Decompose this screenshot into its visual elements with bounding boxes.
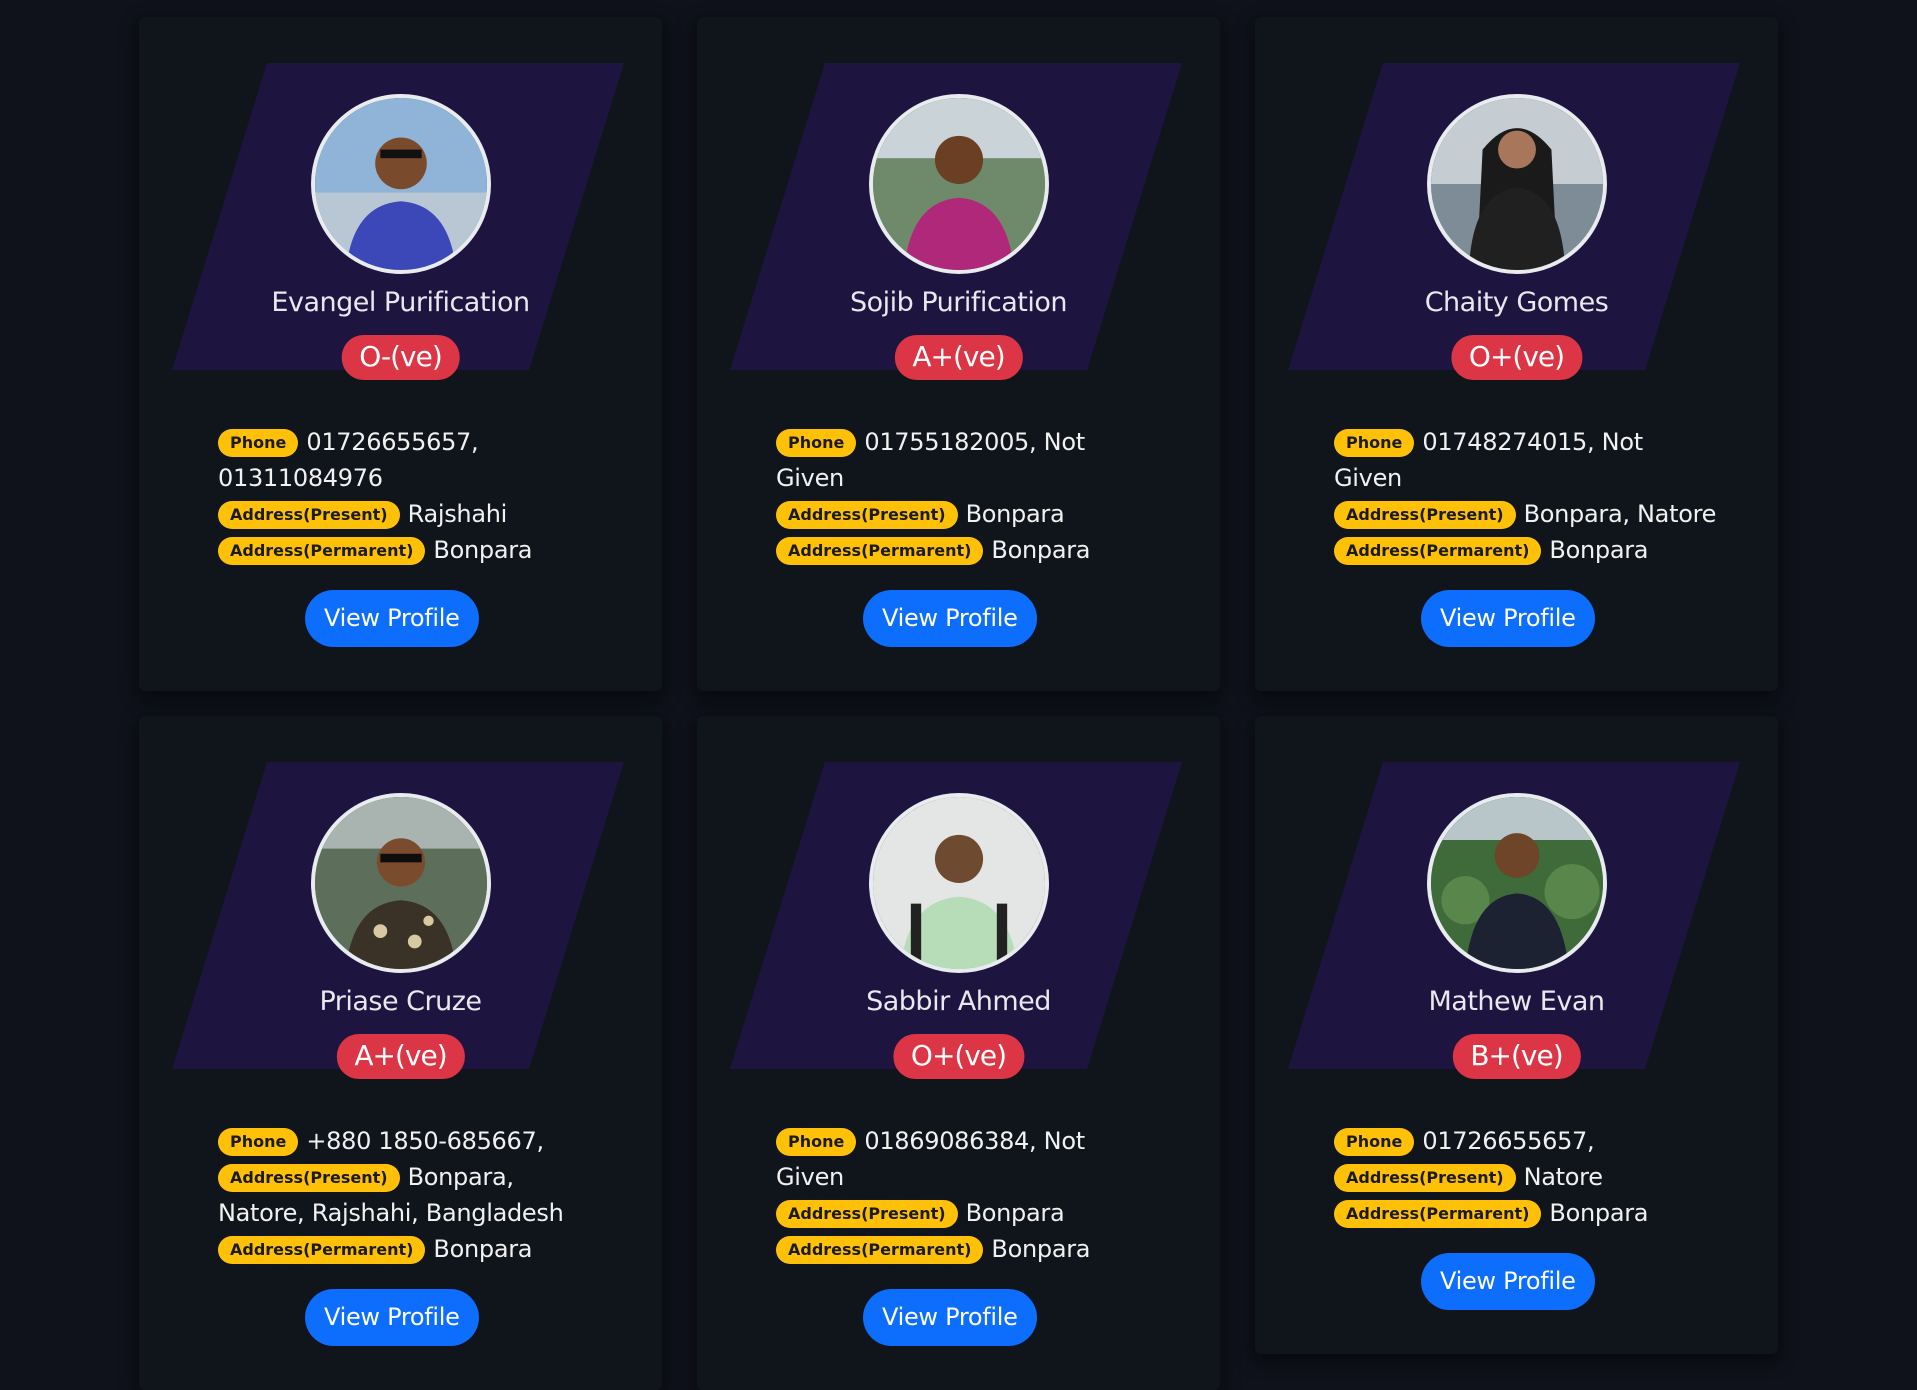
phone-row: Phone 01869086384, Not Given bbox=[776, 1123, 1160, 1195]
donor-name: Mathew Evan bbox=[1428, 986, 1605, 1017]
donor-card: Mathew Evan B+(ve) Phone 01726655657, Add… bbox=[1255, 716, 1778, 1354]
address-permanent-row: Address(Permarent) Bonpara bbox=[1334, 532, 1718, 568]
person-photo-icon bbox=[1431, 98, 1603, 270]
address-permanent-value: Bonpara bbox=[991, 1235, 1091, 1263]
blood-group-badge: O+(ve) bbox=[892, 1034, 1025, 1079]
person-photo-icon bbox=[315, 98, 487, 270]
avatar bbox=[311, 793, 491, 973]
address-permanent-row: Address(Permarent) Bonpara bbox=[776, 1231, 1160, 1267]
address-present-label: Address(Present) bbox=[1334, 501, 1516, 529]
phone-label: Phone bbox=[776, 429, 857, 457]
view-profile-button[interactable]: View Profile bbox=[305, 590, 479, 647]
donor-card: Evangel Purification O-(ve) Phone 0172665… bbox=[139, 17, 662, 691]
person-photo-icon bbox=[873, 98, 1045, 270]
donor-card: Chaity Gomes O+(ve) Phone 01748274015, No… bbox=[1255, 17, 1778, 691]
address-permanent-row: Address(Permarent) Bonpara bbox=[218, 1231, 602, 1267]
view-profile-button[interactable]: View Profile bbox=[1421, 590, 1595, 647]
donor-name: Sojib Purification bbox=[849, 287, 1068, 318]
donor-info: Phone 01748274015, Not Given Address(Pres… bbox=[1255, 424, 1778, 568]
address-present-value: Bonpara, Natore bbox=[1523, 500, 1717, 528]
address-permanent-value: Bonpara bbox=[433, 536, 533, 564]
blood-group-badge: B+(ve) bbox=[1452, 1034, 1581, 1079]
donor-info: Phone 01869086384, Not Given Address(Pres… bbox=[697, 1123, 1220, 1267]
address-present-label: Address(Present) bbox=[218, 501, 400, 529]
phone-row: Phone +880 1850-685667, bbox=[218, 1123, 602, 1159]
avatar bbox=[869, 94, 1049, 274]
address-permanent-label: Address(Permarent) bbox=[776, 537, 984, 565]
view-profile-button[interactable]: View Profile bbox=[863, 1289, 1037, 1346]
phone-label: Phone bbox=[218, 429, 299, 457]
avatar bbox=[1427, 94, 1607, 274]
person-photo-icon bbox=[873, 797, 1045, 969]
address-present-value: Natore bbox=[1523, 1163, 1603, 1191]
address-present-value: Bonpara bbox=[965, 500, 1065, 528]
donor-card: Sojib Purification A+(ve) Phone 017551820… bbox=[697, 17, 1220, 691]
phone-label: Phone bbox=[1334, 429, 1415, 457]
address-permanent-label: Address(Permarent) bbox=[1334, 537, 1542, 565]
address-permanent-value: Bonpara bbox=[433, 1235, 533, 1263]
phone-row: Phone 01748274015, Not Given bbox=[1334, 424, 1718, 496]
person-photo-icon bbox=[1431, 797, 1603, 969]
blood-group-badge: A+(ve) bbox=[336, 1034, 465, 1079]
address-present-row: Address(Present) Bonpara bbox=[776, 1195, 1160, 1231]
blood-group-badge: O-(ve) bbox=[341, 335, 460, 380]
donor-info: Phone 01726655657, Address(Present) Natore… bbox=[1255, 1123, 1778, 1231]
view-profile-button[interactable]: View Profile bbox=[863, 590, 1037, 647]
address-permanent-value: Bonpara bbox=[1549, 536, 1649, 564]
phone-label: Phone bbox=[218, 1128, 299, 1156]
address-present-row: Address(Present) Natore bbox=[1334, 1159, 1718, 1195]
donor-info: Phone +880 1850-685667, Address(Present) B… bbox=[139, 1123, 662, 1267]
donor-card: Priase Cruze A+(ve) Phone +880 1850-68566… bbox=[139, 716, 662, 1390]
address-present-label: Address(Present) bbox=[1334, 1164, 1516, 1192]
phone-value: 01726655657, bbox=[1422, 1127, 1595, 1155]
donor-name: Evangel Purification bbox=[271, 287, 530, 318]
address-present-row: Address(Present) Bonpara bbox=[776, 496, 1160, 532]
phone-label: Phone bbox=[776, 1128, 857, 1156]
address-present-row: Address(Present) Bonpara, Natore bbox=[1334, 496, 1718, 532]
donor-name: Sabbir Ahmed bbox=[866, 986, 1051, 1017]
avatar bbox=[311, 94, 491, 274]
avatar bbox=[1427, 793, 1607, 973]
address-present-label: Address(Present) bbox=[776, 1200, 958, 1228]
person-photo-icon bbox=[315, 797, 487, 969]
address-permanent-row: Address(Permarent) Bonpara bbox=[218, 532, 602, 568]
address-present-value: Bonpara bbox=[965, 1199, 1065, 1227]
address-present-label: Address(Present) bbox=[776, 501, 958, 529]
view-profile-button[interactable]: View Profile bbox=[305, 1289, 479, 1346]
address-present-value: Rajshahi bbox=[407, 500, 508, 528]
donor-info: Phone 01755182005, Not Given Address(Pres… bbox=[697, 424, 1220, 568]
phone-row: Phone 01726655657, bbox=[1334, 1123, 1718, 1159]
avatar bbox=[869, 793, 1049, 973]
donor-name: Chaity Gomes bbox=[1424, 287, 1609, 318]
address-permanent-label: Address(Permarent) bbox=[776, 1236, 984, 1264]
address-present-label: Address(Present) bbox=[218, 1164, 400, 1192]
phone-row: Phone 01726655657, 01311084976 bbox=[218, 424, 602, 496]
address-permanent-row: Address(Permarent) Bonpara bbox=[776, 532, 1160, 568]
phone-row: Phone 01755182005, Not Given bbox=[776, 424, 1160, 496]
view-profile-button[interactable]: View Profile bbox=[1421, 1253, 1595, 1310]
donor-info: Phone 01726655657, 01311084976 Address(Pr… bbox=[139, 424, 662, 568]
phone-label: Phone bbox=[1334, 1128, 1415, 1156]
address-present-row: Address(Present) Bonpara, Natore, Rajshah… bbox=[218, 1159, 602, 1231]
address-permanent-label: Address(Permarent) bbox=[218, 537, 426, 565]
address-permanent-value: Bonpara bbox=[1549, 1199, 1649, 1227]
address-present-row: Address(Present) Rajshahi bbox=[218, 496, 602, 532]
phone-value: +880 1850-685667, bbox=[306, 1127, 544, 1155]
blood-group-badge: O+(ve) bbox=[1450, 335, 1583, 380]
donor-card: Sabbir Ahmed O+(ve) Phone 01869086384, No… bbox=[697, 716, 1220, 1390]
blood-group-badge: A+(ve) bbox=[894, 335, 1023, 380]
donor-grid: Evangel Purification O-(ve) Phone 0172665… bbox=[139, 17, 1779, 1390]
address-permanent-label: Address(Permarent) bbox=[1334, 1200, 1542, 1228]
address-permanent-label: Address(Permarent) bbox=[218, 1236, 426, 1264]
address-permanent-value: Bonpara bbox=[991, 536, 1091, 564]
donor-name: Priase Cruze bbox=[319, 986, 482, 1017]
address-permanent-row: Address(Permarent) Bonpara bbox=[1334, 1195, 1718, 1231]
